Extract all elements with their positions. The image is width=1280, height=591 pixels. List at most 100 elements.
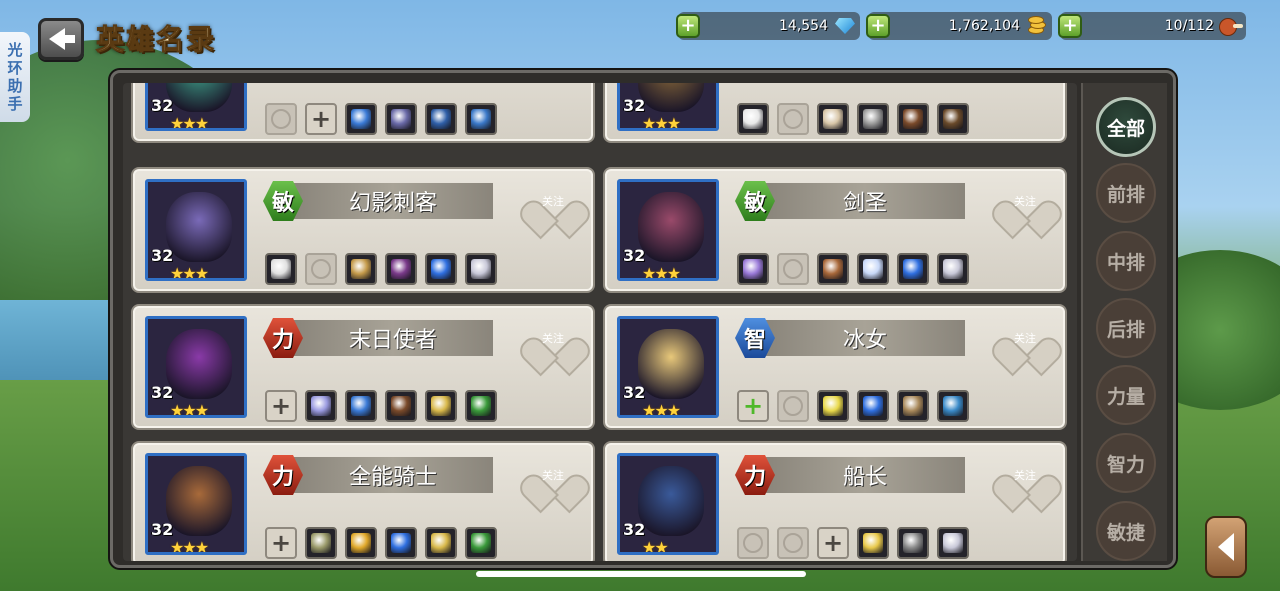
helper-tab[interactable]: 光 环 助 手	[0, 32, 30, 122]
hero-portrait[interactable]: 32 ★★★	[617, 83, 719, 131]
equipment-item-icon	[943, 533, 963, 553]
equipment-slot[interactable]	[345, 253, 377, 285]
back-button[interactable]	[38, 18, 84, 60]
follow-button[interactable]: 关注	[531, 181, 575, 221]
add-equipment-slot[interactable]: +	[817, 527, 849, 559]
equipment-slot[interactable]	[937, 103, 969, 135]
equipment-slot[interactable]	[385, 253, 417, 285]
equipment-slot[interactable]	[897, 103, 929, 135]
equipment-item-icon	[471, 396, 491, 416]
hero-card[interactable]: 32 ★★★ +	[131, 83, 595, 143]
equipment-slot[interactable]	[817, 390, 849, 422]
filter-button[interactable]: 前排	[1096, 163, 1156, 223]
add-equipment-slot[interactable]: +	[265, 390, 297, 422]
add-gold-button[interactable]: +	[866, 14, 890, 38]
equipment-slot[interactable]	[385, 390, 417, 422]
equipment-slot[interactable]	[345, 103, 377, 135]
equipment-slot[interactable]	[345, 527, 377, 559]
filter-button[interactable]: 全部	[1096, 97, 1156, 157]
equipment-slot[interactable]	[817, 253, 849, 285]
equipment-slot[interactable]	[305, 390, 337, 422]
equipment-slot[interactable]	[465, 253, 497, 285]
empty-equipment-slot[interactable]	[777, 527, 809, 559]
hero-card[interactable]: 32 ★★ 船长力关注 +	[603, 441, 1067, 561]
equipment-slot[interactable]	[465, 527, 497, 559]
hero-card[interactable]: 32 ★★★	[603, 83, 1067, 143]
equipment-slot[interactable]	[385, 103, 417, 135]
empty-equipment-slot[interactable]	[777, 390, 809, 422]
equipment-slot[interactable]	[465, 103, 497, 135]
add-gems-button[interactable]: +	[676, 14, 700, 38]
hero-portrait[interactable]: 32 ★★★	[145, 316, 247, 418]
equipment-slot[interactable]	[737, 253, 769, 285]
hero-portrait[interactable]: 32 ★★	[617, 453, 719, 555]
equipment-slot[interactable]	[425, 103, 457, 135]
empty-equipment-slot[interactable]	[777, 103, 809, 135]
equipment-slot[interactable]	[345, 390, 377, 422]
hero-card[interactable]: 32 ★★★ 末日使者力关注 +	[131, 304, 595, 430]
empty-equipment-slot[interactable]	[265, 103, 297, 135]
empty-equipment-slot[interactable]	[777, 253, 809, 285]
add-equipment-slot[interactable]: +	[265, 527, 297, 559]
equipment-slot[interactable]	[857, 103, 889, 135]
filter-button[interactable]: 中排	[1096, 231, 1156, 291]
equipment-slot[interactable]	[937, 390, 969, 422]
follow-button[interactable]: 关注	[1003, 318, 1047, 358]
add-equipment-slot[interactable]: +	[305, 103, 337, 135]
equipment-slot[interactable]	[385, 527, 417, 559]
equipment-slot[interactable]	[857, 390, 889, 422]
filter-button[interactable]: 敏捷	[1096, 501, 1156, 561]
equipment-item-icon	[391, 533, 411, 553]
hero-portrait[interactable]: 32 ★★★	[145, 179, 247, 281]
hero-card[interactable]: 32 ★★★ 幻影刺客敏关注	[131, 167, 595, 293]
follow-button[interactable]: 关注	[531, 455, 575, 495]
gem-value: 14,554	[779, 18, 828, 34]
equipment-slot[interactable]	[425, 253, 457, 285]
equipment-slot[interactable]	[465, 390, 497, 422]
equipment-slot[interactable]	[817, 103, 849, 135]
hero-stars: ★★★	[642, 114, 681, 131]
follow-label: 关注	[1014, 469, 1036, 482]
page-title: 英雄名录	[95, 23, 217, 57]
equipment-slot[interactable]	[897, 390, 929, 422]
equipment-item-icon	[823, 396, 843, 416]
equipment-item-icon	[863, 396, 883, 416]
equipment-slot[interactable]	[937, 527, 969, 559]
filter-button[interactable]: 力量	[1096, 365, 1156, 425]
add-equipment-slot[interactable]: +	[737, 390, 769, 422]
equipment-slot[interactable]	[857, 253, 889, 285]
equipment-item-icon	[311, 533, 331, 553]
follow-button[interactable]: 关注	[1003, 181, 1047, 221]
equipment-slot[interactable]	[897, 527, 929, 559]
equipment-slot[interactable]	[897, 253, 929, 285]
follow-button[interactable]: 关注	[1003, 455, 1047, 495]
hero-list[interactable]: 32 ★★★ + 32 ★★★ 32 ★★★ 幻影刺客敏关注 32 ★★★ 剑圣…	[123, 83, 1077, 561]
equipment-slot[interactable]	[857, 527, 889, 559]
equipment-slot[interactable]	[265, 253, 297, 285]
equipment-slot[interactable]	[425, 527, 457, 559]
hero-portrait[interactable]: 32 ★★★	[617, 179, 719, 281]
collapse-panel-button[interactable]	[1205, 516, 1247, 578]
equipment-slot[interactable]	[425, 390, 457, 422]
hero-card[interactable]: 32 ★★★ 剑圣敏关注	[603, 167, 1067, 293]
equipment-slots: +	[265, 103, 497, 135]
hero-face-icon	[166, 329, 232, 399]
follow-button[interactable]: 关注	[531, 318, 575, 358]
filter-button[interactable]: 智力	[1096, 433, 1156, 493]
helper-tab-char: 环	[7, 59, 23, 77]
hero-card[interactable]: 32 ★★★ 冰女智关注 +	[603, 304, 1067, 430]
empty-equipment-slot[interactable]	[305, 253, 337, 285]
equipment-slot[interactable]	[305, 527, 337, 559]
equipment-slot[interactable]	[937, 253, 969, 285]
equipment-item-icon	[903, 533, 923, 553]
hero-portrait[interactable]: 32 ★★★	[145, 83, 247, 131]
filter-button[interactable]: 后排	[1096, 298, 1156, 358]
equipment-slot[interactable]	[737, 103, 769, 135]
add-stamina-button[interactable]: +	[1058, 14, 1082, 38]
hero-stars: ★★	[642, 538, 669, 555]
equipment-slots	[737, 253, 969, 285]
empty-equipment-slot[interactable]	[737, 527, 769, 559]
hero-card[interactable]: 32 ★★★ 全能骑士力关注 +	[131, 441, 595, 561]
hero-portrait[interactable]: 32 ★★★	[617, 316, 719, 418]
hero-portrait[interactable]: 32 ★★★	[145, 453, 247, 555]
